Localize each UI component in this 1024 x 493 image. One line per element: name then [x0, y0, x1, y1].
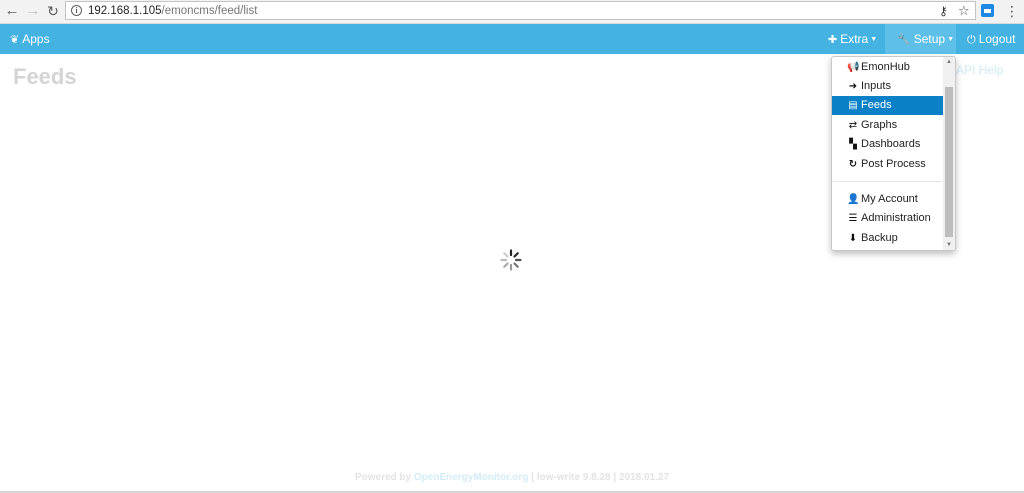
- extension-icon[interactable]: [981, 4, 994, 17]
- menu-divider: [833, 181, 942, 182]
- menu-item-label: Backup: [861, 232, 898, 244]
- back-arrow-icon[interactable]: ←: [4, 3, 20, 19]
- menu-item-label: Inputs: [861, 80, 891, 92]
- setup-dropdown-menu: 📢 EmonHub ➜ Inputs ▤ Feeds ⇄ Graphs ▚ Da…: [831, 56, 956, 251]
- menu-item-graphs[interactable]: ⇄ Graphs: [832, 116, 943, 135]
- bookmark-star-icon[interactable]: ☆: [958, 2, 970, 19]
- tasks-icon: ☰: [848, 213, 858, 224]
- menu-item-backup[interactable]: ⬇ Backup: [832, 229, 943, 248]
- address-bar[interactable]: i 192.168.1.105/emoncms/feed/list ⚷ ☆: [65, 1, 976, 20]
- caret-down-icon: ▼: [947, 35, 954, 43]
- menu-item-label: Graphs: [861, 119, 898, 131]
- footer-powered-by: Powered by: [354, 472, 412, 483]
- power-icon: ⏻: [967, 34, 976, 46]
- plus-icon: ✚: [828, 34, 838, 46]
- th-large-icon: ▚: [849, 139, 857, 150]
- info-icon[interactable]: i: [71, 5, 82, 16]
- url-host: 192.168.1.105: [88, 5, 162, 17]
- scrollbar-thumb[interactable]: [945, 87, 953, 237]
- dropdown-scrollbar[interactable]: ▲ ▼: [943, 57, 955, 250]
- menu-item-inputs[interactable]: ➜ Inputs: [832, 77, 943, 96]
- menu-item-dashboards[interactable]: ▚ Dashboards: [832, 135, 943, 154]
- logout-button[interactable]: ⏻ Logout: [967, 24, 1015, 54]
- menu-item-post-process[interactable]: ↻ Post Process: [832, 155, 943, 174]
- user-icon: 👤: [847, 194, 860, 205]
- reload-icon[interactable]: ↻: [45, 3, 61, 19]
- menu-item-feeds[interactable]: ▤ Feeds: [832, 96, 943, 115]
- menu-item-emonhub[interactable]: 📢 EmonHub: [832, 58, 943, 77]
- footer-version: | low-write 9.8.28 | 2018.01.27: [531, 472, 670, 483]
- url-text: 192.168.1.105/emoncms/feed/list: [88, 3, 257, 19]
- browser-toolbar: ← → ↻ i 192.168.1.105/emoncms/feed/list …: [0, 0, 1024, 24]
- menu-item-label: Administration: [861, 212, 931, 224]
- navbar: ❦ Apps ✚ Extra ▼ 🔧 Setup ▼ ⏻ Logout: [0, 24, 1024, 54]
- menu-item-label: Dashboards: [861, 138, 921, 150]
- megaphone-icon: 📢: [847, 62, 860, 73]
- wrench-icon: 🔧: [897, 34, 911, 46]
- menu-item-my-account[interactable]: 👤 My Account: [832, 190, 943, 209]
- scroll-down-arrow-icon[interactable]: ▼: [943, 240, 955, 250]
- leaf-icon: ❦: [10, 34, 20, 46]
- setup-menu[interactable]: 🔧 Setup ▼: [885, 24, 956, 54]
- page-title: Feeds: [13, 64, 77, 89]
- caret-down-icon: ▼: [870, 35, 878, 43]
- logout-label: Logout: [978, 32, 1016, 46]
- browser-menu-icon[interactable]: ⋮: [1005, 3, 1019, 19]
- key-icon[interactable]: ⚷: [939, 3, 948, 19]
- url-path: /emoncms/feed/list: [161, 5, 258, 17]
- menu-item-label: EmonHub: [861, 61, 910, 73]
- refresh-icon: ↻: [848, 159, 858, 170]
- retweet-icon: ⇄: [848, 120, 858, 131]
- download-icon: ⬇: [848, 233, 858, 244]
- menu-item-label: Post Process: [861, 158, 926, 170]
- arrow-right-icon: ➜: [848, 81, 858, 92]
- footer: Powered by OpenEnergyMonitor.org | low-w…: [0, 468, 1024, 488]
- extra-menu[interactable]: ✚ Extra ▼: [828, 24, 877, 54]
- menu-item-administration[interactable]: ☰ Administration: [832, 209, 943, 228]
- list-alt-icon: ▤: [848, 100, 858, 111]
- extra-label: Extra: [840, 32, 869, 46]
- setup-label: Setup: [913, 32, 946, 46]
- forward-arrow-icon[interactable]: →: [25, 3, 41, 19]
- menu-item-label: Feeds: [861, 99, 892, 111]
- scroll-up-arrow-icon[interactable]: ▲: [943, 57, 955, 67]
- apps-label: Apps: [22, 32, 50, 46]
- apps-menu[interactable]: ❦ Apps: [10, 24, 50, 54]
- loading-spinner-icon: [500, 249, 522, 271]
- footer-link[interactable]: OpenEnergyMonitor.org: [414, 472, 528, 483]
- menu-item-label: My Account: [861, 193, 918, 205]
